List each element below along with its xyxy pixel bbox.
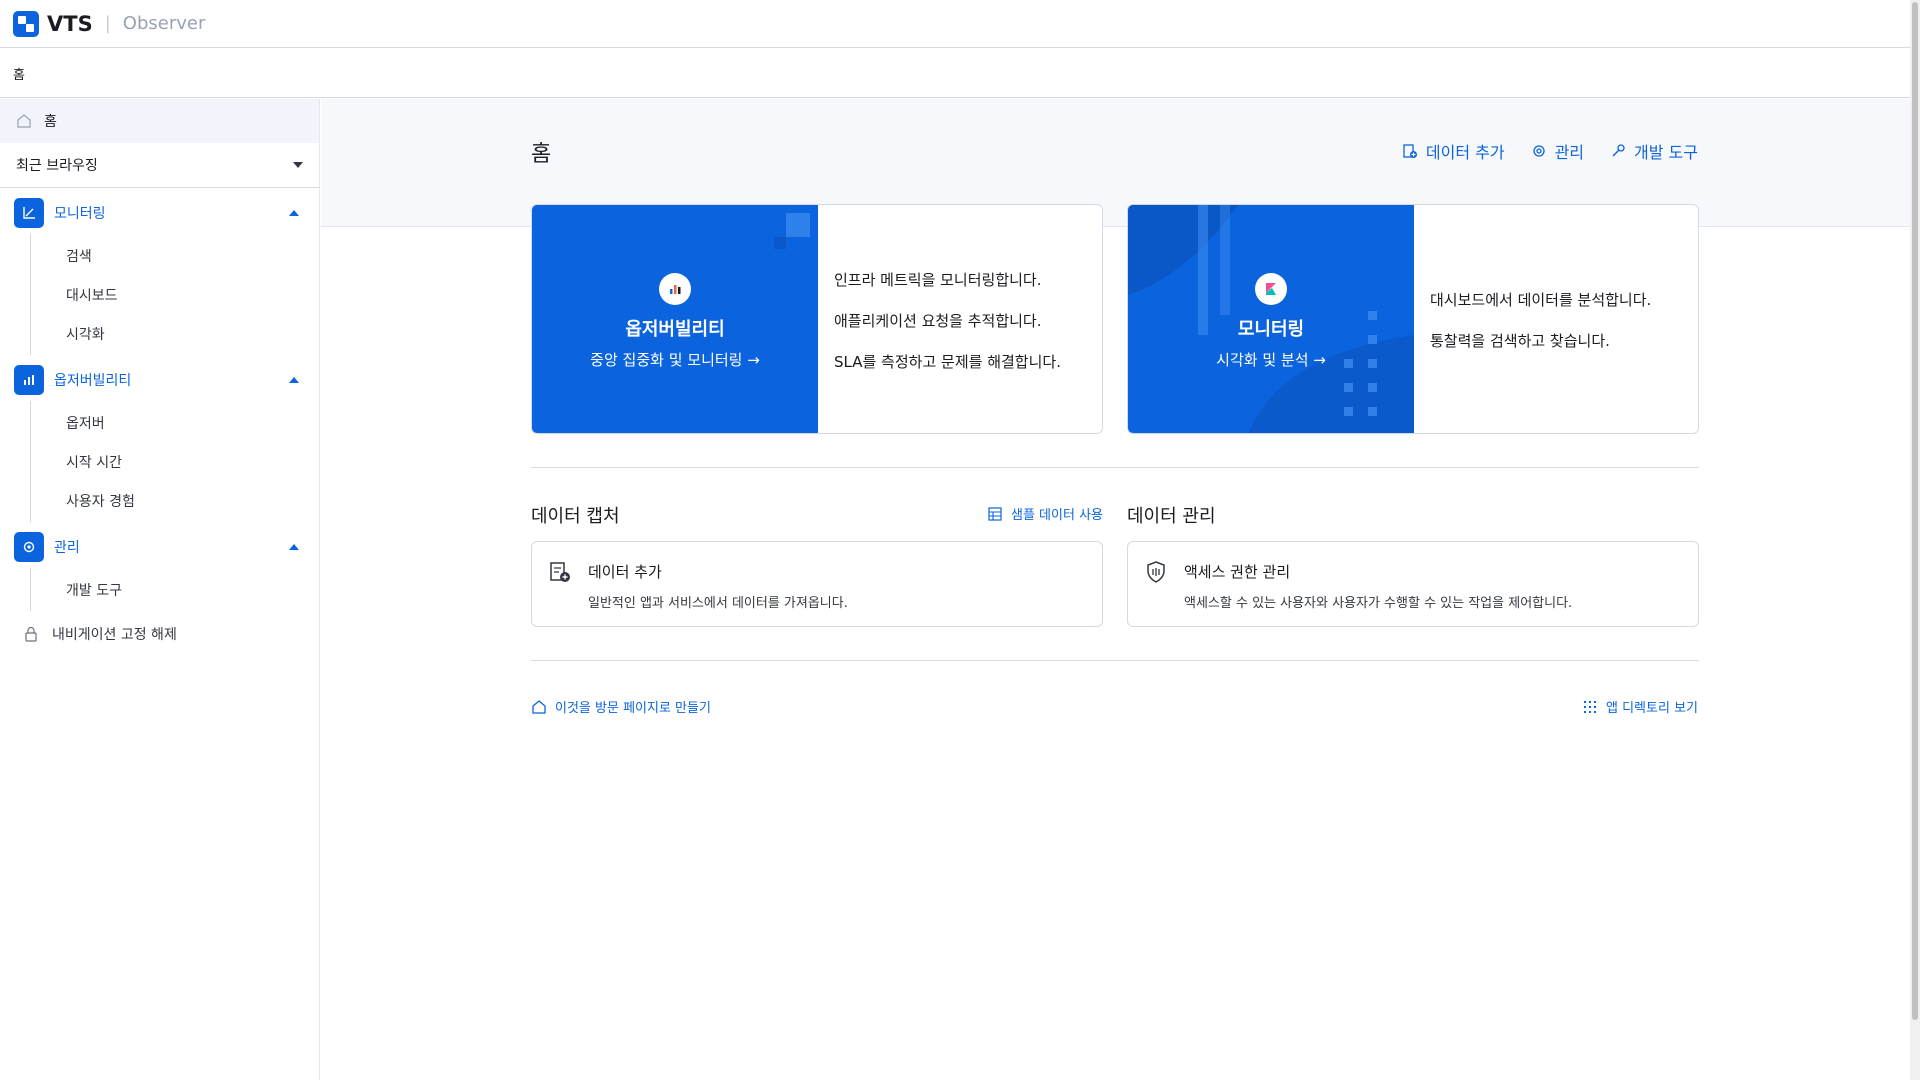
gear-icon xyxy=(1532,145,1545,157)
card-desc-line: 애플리케이션 요청을 추적합니다. xyxy=(834,311,1042,330)
sidebar-group-label: 옵저버빌리티 xyxy=(54,373,132,389)
bar-chart-icon xyxy=(14,365,44,395)
gear-icon xyxy=(14,532,44,562)
panel-title: 데이터 추가 xyxy=(588,563,662,581)
card-hero[interactable]: 옵저버빌리티 중앙 집중화 및 모니터링 → xyxy=(532,205,818,433)
unpin-navigation-label: 내비게이션 고정 해제 xyxy=(52,627,177,643)
sidebar-group-observability[interactable]: 옵저버빌리티 xyxy=(0,359,319,401)
grid-icon xyxy=(1584,700,1596,713)
page-title: 홈 xyxy=(531,142,552,167)
landing-link-label: 이것을 방문 페이지로 만들기 xyxy=(555,701,711,716)
card-description: 대시보드에서 데이터를 분석합니다. 통찰력을 검색하고 찾습니다. xyxy=(1430,205,1652,433)
directory-link-label: 앱 디렉토리 보기 xyxy=(1606,701,1698,716)
observability-icon xyxy=(659,273,691,305)
card-link[interactable]: 중앙 집중화 및 모니터링 → xyxy=(532,349,818,370)
home-icon xyxy=(16,113,32,129)
sidebar-group-label: 모니터링 xyxy=(54,206,106,222)
add-data-label: 데이터 추가 xyxy=(1425,143,1505,162)
dev-tools-label: 개발 도구 xyxy=(1634,143,1698,162)
dev-tools-button[interactable]: 개발 도구 xyxy=(1610,139,1698,163)
chevron-up-icon xyxy=(289,544,299,550)
wrench-icon xyxy=(1612,144,1625,157)
panel-description: 액세스할 수 있는 사용자와 사용자가 수행할 수 있는 작업을 제어합니다. xyxy=(1184,596,1573,611)
sidebar-item-home[interactable]: 홈 xyxy=(0,99,319,143)
add-data-button[interactable]: 데이터 추가 xyxy=(1402,139,1505,163)
add-data-icon xyxy=(1403,144,1417,158)
data-capture-title: 데이터 캡처 xyxy=(531,506,620,527)
section-divider xyxy=(531,660,1699,661)
card-description: 인프라 메트릭을 모니터링합니다. 애플리케이션 요청을 추적합니다. SLA를… xyxy=(834,205,1061,433)
add-data-panel[interactable]: 데이터 추가 일반적인 앱과 서비스에서 데이터를 가져옵니다. xyxy=(531,541,1103,627)
card-desc-line: 인프라 메트릭을 모니터링합니다. xyxy=(834,270,1042,289)
sample-data-label: 샘플 데이터 사용 xyxy=(1011,508,1103,523)
access-management-panel[interactable]: 액세스 권한 관리 액세스할 수 있는 사용자와 사용자가 수행할 수 있는 작… xyxy=(1127,541,1699,627)
lock-icon xyxy=(24,626,38,642)
top-header: VTS | Observer xyxy=(0,0,1910,48)
shield-icon xyxy=(1144,560,1168,588)
table-icon xyxy=(988,506,1002,521)
sidebar-item-observer[interactable]: 옵저버 xyxy=(31,403,319,442)
header-actions: 데이터 추가 관리 개발 도구 xyxy=(1402,139,1698,163)
card-desc-line: 대시보드에서 데이터를 분석합니다. xyxy=(1430,291,1652,309)
sidebar-item-uptime[interactable]: 시작 시간 xyxy=(31,442,319,481)
panel-description: 일반적인 앱과 서비스에서 데이터를 가져옵니다. xyxy=(588,596,848,611)
card-title: 모니터링 xyxy=(1237,319,1305,340)
manage-button[interactable]: 관리 xyxy=(1531,139,1584,163)
use-sample-data-link[interactable]: 샘플 데이터 사용 xyxy=(987,504,1103,523)
sidebar-group-monitoring[interactable]: 모니터링 xyxy=(0,192,319,234)
chevron-up-icon xyxy=(289,377,299,383)
page-scrollbar[interactable] xyxy=(1910,0,1920,1080)
brand-separator: | xyxy=(104,13,111,34)
breadcrumb-current: 홈 xyxy=(13,67,25,83)
chevron-up-icon xyxy=(289,210,299,216)
panel-title: 액세스 권한 관리 xyxy=(1184,563,1291,581)
recent-browsing-toggle[interactable]: 최근 브라우징 xyxy=(0,143,319,188)
chevron-down-icon xyxy=(293,162,303,168)
sidebar-sublist: 검색 대시보드 시각화 xyxy=(30,234,319,355)
sidebar-group-label: 관리 xyxy=(54,540,80,556)
brand-name[interactable]: VTS xyxy=(47,12,93,36)
card-link[interactable]: 시각화 및 분석 → xyxy=(1128,349,1414,370)
card-title: 옵저버빌리티 xyxy=(625,319,725,340)
sidebar-item-label: 홈 xyxy=(44,114,57,130)
make-landing-page-link[interactable]: 이것을 방문 페이지로 만들기 xyxy=(531,697,711,716)
sidebar-item-visualize[interactable]: 시각화 xyxy=(31,314,319,353)
recent-browsing-label: 최근 브라우징 xyxy=(16,158,98,174)
sidebar-group-management[interactable]: 관리 xyxy=(0,526,319,568)
solution-card-observability[interactable]: 옵저버빌리티 중앙 집중화 및 모니터링 → 인프라 메트릭을 모니터링합니다.… xyxy=(531,204,1103,434)
sidebar-item-dev-tools[interactable]: 개발 도구 xyxy=(31,570,319,609)
breadcrumb: 홈 xyxy=(0,49,1910,98)
data-management-title: 데이터 관리 xyxy=(1127,506,1216,527)
card-hero[interactable]: 모니터링 시각화 및 분석 → xyxy=(1128,205,1414,433)
add-data-icon xyxy=(548,560,572,588)
sidebar-sublist: 옵저버 시작 시간 사용자 경험 xyxy=(30,401,319,522)
section-divider xyxy=(531,467,1699,468)
home-icon xyxy=(532,699,546,714)
scrollbar-thumb[interactable] xyxy=(1912,2,1918,1020)
card-desc-line: 통찰력을 검색하고 찾습니다. xyxy=(1430,332,1610,350)
product-name: Observer xyxy=(122,13,206,34)
monitoring-icon xyxy=(14,198,44,228)
sidebar-sublist: 개발 도구 xyxy=(30,568,319,611)
sidebar-item-user-experience[interactable]: 사용자 경험 xyxy=(31,481,319,520)
solution-card-monitoring[interactable]: 모니터링 시각화 및 분석 → 대시보드에서 데이터를 분석합니다. 통찰력을 … xyxy=(1127,204,1699,434)
manage-label: 관리 xyxy=(1554,143,1585,162)
sidebar-item-search[interactable]: 검색 xyxy=(31,236,319,275)
sidebar-item-dashboard[interactable]: 대시보드 xyxy=(31,275,319,314)
unpin-navigation-button[interactable]: 내비게이션 고정 해제 xyxy=(0,613,319,655)
logo-icon[interactable] xyxy=(13,10,39,37)
card-desc-line: SLA를 측정하고 문제를 해결합니다. xyxy=(834,352,1061,371)
app-directory-link[interactable]: 앱 디렉토리 보기 xyxy=(1582,697,1698,716)
sidebar: 홈 최근 브라우징 모니터링 검색 대시보드 시각화 옵저버빌리티 옵저버 시작… xyxy=(0,99,320,1080)
monitoring-logo-icon xyxy=(1255,273,1287,305)
